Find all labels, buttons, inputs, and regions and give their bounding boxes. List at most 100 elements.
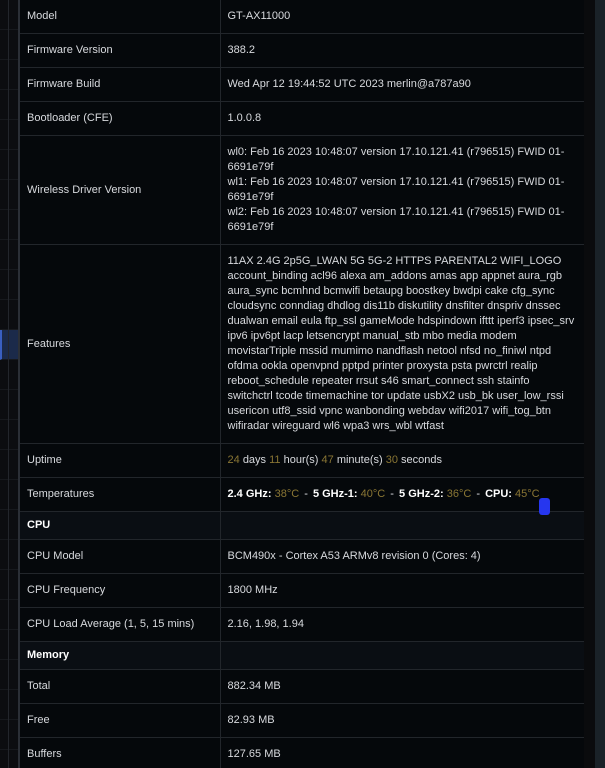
left-sidebar-strip[interactable]	[0, 0, 19, 768]
section-header-label: Memory	[20, 641, 221, 670]
temperature-value: 40°C	[360, 488, 386, 500]
row-label: Firmware Version	[20, 33, 221, 68]
temperature-label: 5 GHz-2:	[399, 488, 444, 500]
uptime-number: 47	[321, 454, 334, 466]
sidebar-item[interactable]	[0, 570, 18, 600]
sidebar-item[interactable]	[0, 180, 18, 210]
row-label: CPU Load Average (1, 5, 15 mins)	[20, 607, 221, 642]
row-label: Buffers	[20, 737, 221, 768]
row-label: Temperatures	[20, 477, 221, 512]
uptime-unit: days	[242, 454, 267, 466]
row-label: Model	[20, 0, 221, 34]
table-row: CPU Frequency 1800 MHz	[20, 573, 584, 608]
temperature-separator: -	[304, 488, 308, 500]
row-value: 882.34 MB	[227, 680, 281, 692]
sidebar-item[interactable]	[0, 60, 18, 90]
sidebar-item[interactable]	[0, 240, 18, 270]
sidebar-item-active[interactable]	[0, 330, 18, 360]
table-row: Temperatures 2.4 GHz: 38°C - 5 GHz-1: 40°…	[20, 477, 584, 512]
row-label: Features	[20, 244, 221, 444]
temperature-label: CPU:	[485, 488, 512, 500]
row-value: 127.65 MB	[227, 748, 281, 760]
row-value: 2.16, 1.98, 1.94	[227, 618, 304, 630]
temperature-value: 45°C	[515, 488, 540, 500]
sidebar-item[interactable]	[0, 270, 18, 300]
table-row: Bootloader (CFE) 1.0.0.8	[20, 101, 584, 136]
sidebar-item[interactable]	[0, 720, 18, 750]
temperature-label: 2.4 GHz:	[227, 488, 272, 500]
sidebar-item[interactable]	[0, 0, 18, 30]
sidebar-item[interactable]	[0, 150, 18, 180]
sidebar-item[interactable]	[0, 750, 18, 768]
sidebar-item[interactable]	[0, 30, 18, 60]
temperature-separator: -	[476, 488, 481, 500]
driver-version-line: wl2: Feb 16 2023 10:48:07 version 17.10.…	[227, 206, 565, 233]
features-list: 11AX 2.4G 2p5G_LWAN 5G 5G-2 HTTPS PARENT…	[227, 255, 575, 432]
uptime-unit: hour(s)	[283, 454, 319, 466]
row-label: Free	[20, 703, 221, 738]
row-label: Total	[20, 669, 221, 704]
table-row: Firmware Version 388.2	[20, 33, 584, 68]
table-row: Firmware Build Wed Apr 12 19:44:52 UTC 20…	[20, 67, 584, 102]
sidebar-item[interactable]	[0, 540, 18, 570]
table-row: Total 882.34 MB	[20, 669, 584, 704]
uptime-number: 24	[227, 454, 240, 466]
table-row: Uptime 24 days 11 hour(s) 47 minute(s) 30…	[20, 443, 584, 478]
section-header-spacer	[220, 641, 584, 670]
sidebar-item[interactable]	[0, 420, 18, 450]
section-header-label: CPU	[20, 511, 221, 540]
temperature-value: 38°C	[274, 488, 300, 500]
table-row: Free 82.93 MB	[20, 703, 584, 738]
row-label: Bootloader (CFE)	[20, 101, 221, 136]
sidebar-item[interactable]	[0, 600, 18, 630]
sysinfo-page: Model GT-AX11000 Firmware Version 388.2 Firm…	[0, 0, 605, 768]
row-value: 1.0.0.8	[227, 112, 262, 124]
sidebar-item[interactable]	[0, 210, 18, 240]
uptime-number: 30	[385, 454, 398, 466]
row-label: CPU Frequency	[20, 573, 221, 608]
driver-version-line: wl1: Feb 16 2023 10:48:07 version 17.10.…	[227, 176, 565, 203]
row-value: 24 days 11 hour(s) 47 minute(s) 30 secon…	[220, 444, 584, 478]
sidebar-item[interactable]	[0, 360, 18, 390]
temperature-value: 36°C	[446, 488, 472, 500]
row-label: Firmware Build	[20, 67, 221, 102]
sidebar-item[interactable]	[0, 690, 18, 720]
table-row: CPU Load Average (1, 5, 15 mins) 2.16, 1.…	[20, 607, 584, 642]
table-row: Features 11AX 2.4G 2p5G_LWAN 5G 5G-2 HTTP…	[20, 244, 584, 444]
table-row: CPU Model BCM490x - Cortex A53 ARMv8 revi…	[20, 539, 584, 574]
right-edge-panel	[595, 0, 605, 768]
system-info-table: Model GT-AX11000 Firmware Version 388.2 Firm…	[20, 0, 584, 768]
row-label: Wireless Driver Version	[20, 135, 221, 245]
row-value: 82.93 MB	[227, 714, 275, 726]
row-value: 1800 MHz	[227, 584, 278, 596]
cursor-marker[interactable]	[539, 498, 550, 515]
uptime-number: 11	[269, 454, 281, 466]
sidebar-item[interactable]	[0, 630, 18, 660]
sidebar-item[interactable]	[0, 510, 18, 540]
system-info-panel: Model GT-AX11000 Firmware Version 388.2 Firm…	[19, 0, 585, 768]
sidebar-item[interactable]	[0, 390, 18, 420]
row-value: wl0: Feb 16 2023 10:48:07 version 17.10.…	[220, 136, 584, 245]
table-row: Wireless Driver Version wl0: Feb 16 2023 …	[20, 135, 584, 245]
row-value: 388.2	[227, 44, 256, 56]
section-header-row: CPU	[20, 511, 584, 540]
section-header-row: Memory	[20, 641, 584, 670]
sidebar-item[interactable]	[0, 90, 18, 120]
sidebar-item[interactable]	[0, 300, 18, 330]
table-row: Model GT-AX11000	[20, 0, 584, 34]
sidebar-item[interactable]	[0, 450, 18, 480]
row-label: CPU Model	[20, 539, 221, 574]
row-value: Wed Apr 12 19:44:52 UTC 2023 merlin@a787…	[227, 78, 471, 90]
row-value: 2.4 GHz: 38°C - 5 GHz-1: 40°C - 5 GHz-2:…	[220, 478, 584, 512]
row-value: GT-AX11000	[227, 10, 291, 22]
sidebar-item[interactable]	[0, 120, 18, 150]
sidebar-divider-line	[8, 0, 9, 768]
sidebar-item[interactable]	[0, 480, 18, 510]
row-value: BCM490x - Cortex A53 ARMv8 revision 0 (C…	[227, 550, 481, 562]
temperature-label: 5 GHz-1:	[312, 488, 358, 500]
table-row: Buffers 127.65 MB	[20, 737, 584, 768]
uptime-unit: seconds	[401, 454, 443, 466]
sidebar-item[interactable]	[0, 660, 18, 690]
row-label: Uptime	[20, 443, 221, 478]
uptime-unit: minute(s)	[336, 454, 383, 466]
